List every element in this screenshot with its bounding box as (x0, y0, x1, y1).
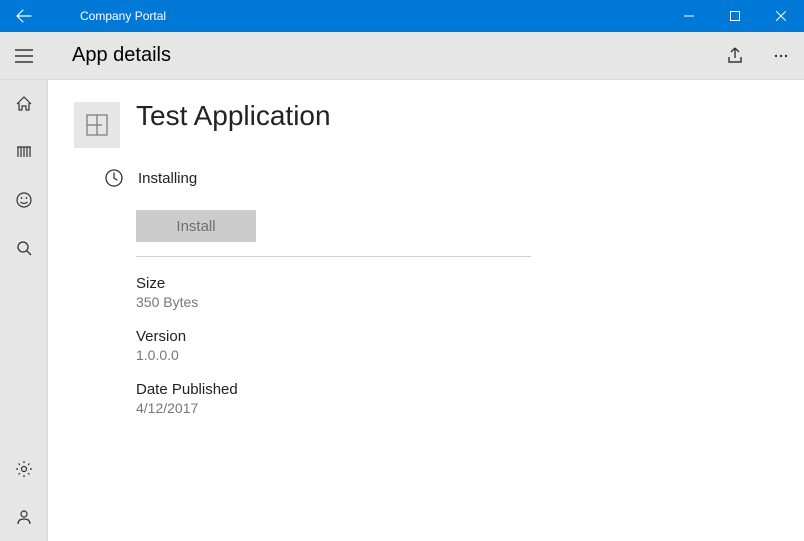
field-version: Version 1.0.0.0 (136, 328, 804, 363)
page-title: App details (48, 44, 171, 67)
clock-icon (104, 168, 124, 188)
gear-icon (15, 460, 33, 478)
person-icon (15, 508, 33, 526)
search-icon (15, 239, 33, 257)
window-title: Company Portal (48, 9, 166, 23)
app-name: Test Application (136, 100, 804, 132)
maximize-icon (730, 11, 740, 21)
share-icon (725, 46, 745, 66)
field-value: 1.0.0.0 (136, 347, 804, 363)
content-area: Test Application Installing Install Size… (48, 80, 804, 541)
field-value: 350 Bytes (136, 294, 804, 310)
list-icon (15, 143, 33, 161)
status-row: Installing (104, 168, 804, 188)
field-label: Size (136, 275, 804, 292)
close-button[interactable] (758, 0, 804, 32)
app-info: Test Application Installing Install Size… (136, 100, 804, 541)
close-icon (776, 11, 786, 21)
hamburger-button[interactable] (0, 32, 48, 80)
install-button[interactable]: Install (136, 210, 256, 242)
more-button[interactable] (758, 32, 804, 80)
field-value: 4/12/2017 (136, 400, 804, 416)
field-size: Size 350 Bytes (136, 275, 804, 310)
minimize-button[interactable] (666, 0, 712, 32)
sidebar-item-search[interactable] (0, 224, 48, 272)
status-text: Installing (138, 170, 197, 187)
share-button[interactable] (712, 32, 758, 80)
field-label: Date Published (136, 381, 804, 398)
hamburger-icon (15, 49, 33, 63)
sidebar-item-apps[interactable] (0, 128, 48, 176)
app-icon-box (74, 102, 120, 148)
title-bar: Company Portal (0, 0, 804, 32)
field-date: Date Published 4/12/2017 (136, 381, 804, 416)
sidebar-item-feedback[interactable] (0, 176, 48, 224)
smiley-icon (15, 191, 33, 209)
sidebar-item-profile[interactable] (0, 493, 48, 541)
more-icon (773, 48, 789, 64)
divider (136, 256, 531, 257)
minimize-icon (684, 11, 694, 21)
back-button[interactable] (0, 0, 48, 32)
home-icon (15, 95, 33, 113)
arrow-left-icon (16, 8, 32, 24)
sidebar-item-settings[interactable] (0, 445, 48, 493)
app-tile-icon (86, 114, 108, 136)
field-label: Version (136, 328, 804, 345)
sidebar-item-home[interactable] (0, 80, 48, 128)
maximize-button[interactable] (712, 0, 758, 32)
sidebar (0, 80, 48, 541)
header-bar: App details (0, 32, 804, 80)
